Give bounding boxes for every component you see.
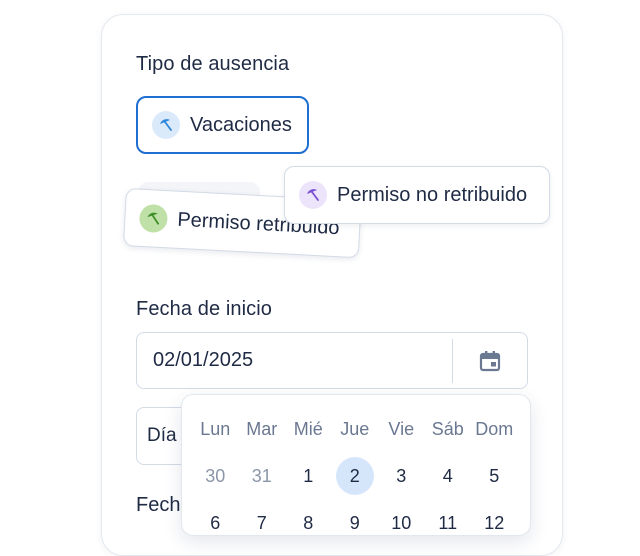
end-date-label: Fech [136,494,181,516]
start-date-input[interactable]: 02/01/2025 [136,332,528,389]
option-permiso-no-retribuido[interactable]: Permiso no retribuido [284,166,550,224]
weekday: Dom [475,418,514,439]
calendar-week: 30 31 1 2 3 4 5 [192,457,518,495]
calendar-day[interactable]: 3 [378,457,425,495]
absence-type-label: Tipo de ausencia [136,53,290,75]
calendar-day[interactable]: 11 [425,504,472,542]
weekday: Lun [200,418,231,439]
beach-umbrella-icon [152,111,180,139]
calendar-day[interactable]: 12 [471,504,518,542]
calendar-day[interactable]: 9 [332,504,379,542]
option-label: Permiso no retribuido [337,183,528,206]
calendar-icon [479,350,501,371]
beach-umbrella-icon [299,181,327,209]
calendar-day[interactable]: 31 [239,457,286,495]
beach-umbrella-icon [138,203,169,234]
calendar-popover: Lun Mar Mié Jue Vie Sáb Dom 30 31 1 2 3 … [181,394,531,536]
weekday: Jue [340,418,370,439]
start-date-label: Fecha de inicio [136,298,273,320]
option-vacaciones[interactable]: Vacaciones [136,96,309,154]
calendar-button[interactable] [453,333,527,388]
day-field-text: Día [147,425,177,446]
weekday: Sáb [431,418,464,439]
calendar-day[interactable]: 1 [285,457,332,495]
calendar-day[interactable]: 6 [192,504,239,542]
weekday: Vie [388,418,415,439]
weekday: Mié [293,418,323,439]
weekday: Mar [246,418,278,439]
calendar-day[interactable]: 7 [239,504,286,542]
calendar-weekdays: Lun Mar Mié Jue Vie Sáb Dom [192,410,518,448]
calendar-day[interactable]: 30 [192,457,239,495]
calendar-day-selected[interactable]: 2 [332,457,379,495]
calendar-day[interactable]: 8 [285,504,332,542]
calendar-day[interactable]: 10 [378,504,425,542]
calendar-week: 6 7 8 9 10 11 12 [192,504,518,542]
selected-day-text: 2 [335,457,374,495]
calendar-day[interactable]: 5 [471,457,518,495]
calendar-day[interactable]: 4 [425,457,472,495]
start-date-value: 02/01/2025 [153,349,254,371]
option-label: Vacaciones [190,113,292,136]
